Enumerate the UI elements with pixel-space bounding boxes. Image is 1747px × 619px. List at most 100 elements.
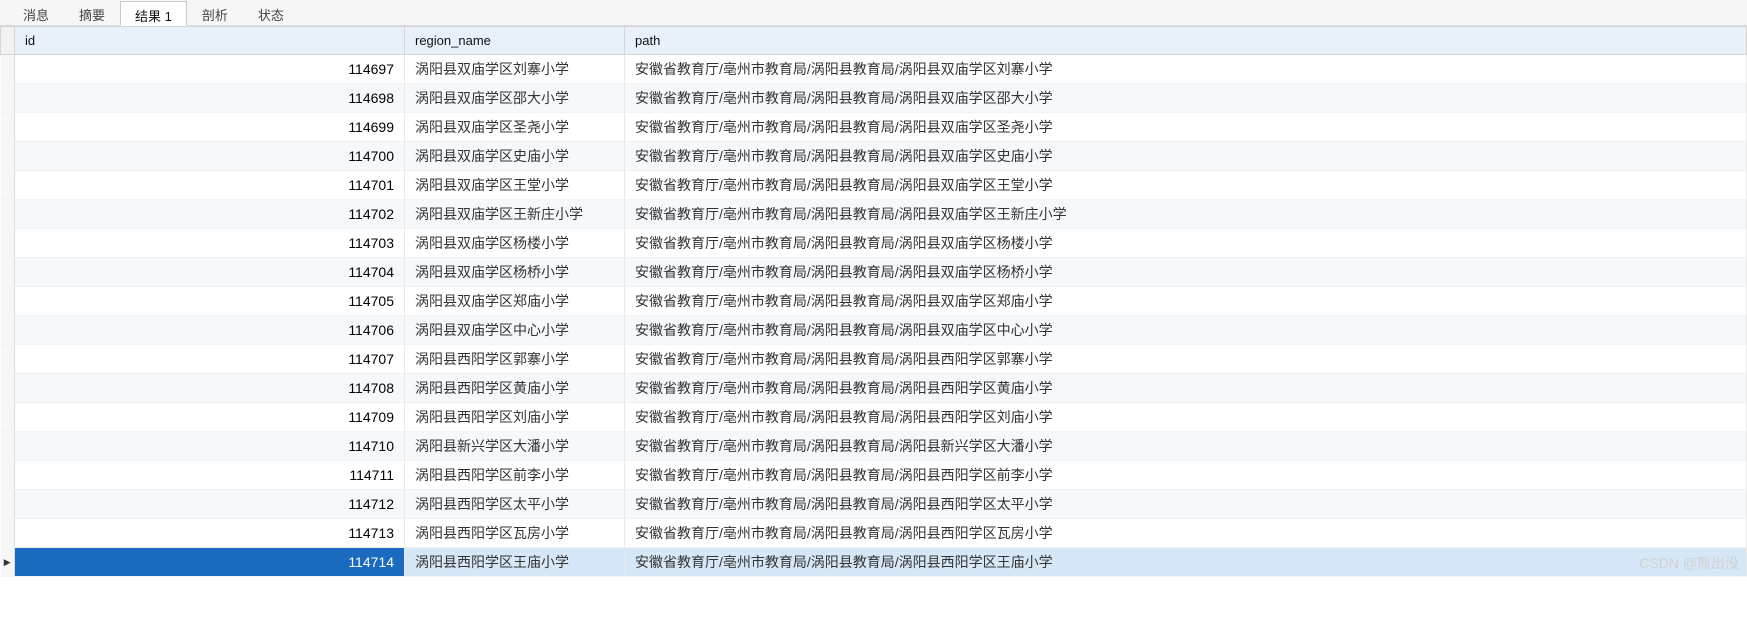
row-gutter[interactable] xyxy=(1,113,15,142)
row-gutter[interactable] xyxy=(1,258,15,287)
cell-region-name[interactable]: 涡阳县双庙学区史庙小学 xyxy=(405,142,625,171)
cell-region-name[interactable]: 涡阳县双庙学区郑庙小学 xyxy=(405,287,625,316)
table-row[interactable]: 114700涡阳县双庙学区史庙小学安徽省教育厅/亳州市教育局/涡阳县教育局/涡阳… xyxy=(1,142,1747,171)
cell-id[interactable]: 114711 xyxy=(15,461,405,490)
cell-region-name[interactable]: 涡阳县西阳学区瓦房小学 xyxy=(405,519,625,548)
row-gutter[interactable] xyxy=(1,403,15,432)
tab-profile[interactable]: 剖析 xyxy=(187,0,243,25)
table-row[interactable]: 114709涡阳县西阳学区刘庙小学安徽省教育厅/亳州市教育局/涡阳县教育局/涡阳… xyxy=(1,403,1747,432)
cell-id[interactable]: 114709 xyxy=(15,403,405,432)
cell-id[interactable]: 114698 xyxy=(15,84,405,113)
table-row[interactable]: 114699涡阳县双庙学区圣尧小学安徽省教育厅/亳州市教育局/涡阳县教育局/涡阳… xyxy=(1,113,1747,142)
cell-region-name[interactable]: 涡阳县双庙学区中心小学 xyxy=(405,316,625,345)
cell-region-name[interactable]: 涡阳县双庙学区刘寨小学 xyxy=(405,55,625,84)
cell-path[interactable]: 安徽省教育厅/亳州市教育局/涡阳县教育局/涡阳县双庙学区杨楼小学 xyxy=(625,229,1747,258)
row-gutter[interactable] xyxy=(1,461,15,490)
cell-region-name[interactable]: 涡阳县西阳学区郭寨小学 xyxy=(405,345,625,374)
tab-status[interactable]: 状态 xyxy=(243,0,299,25)
cell-id[interactable]: 114699 xyxy=(15,113,405,142)
cell-id[interactable]: 114713 xyxy=(15,519,405,548)
cell-path[interactable]: 安徽省教育厅/亳州市教育局/涡阳县教育局/涡阳县双庙学区中心小学 xyxy=(625,316,1747,345)
table-row[interactable]: 114704涡阳县双庙学区杨桥小学安徽省教育厅/亳州市教育局/涡阳县教育局/涡阳… xyxy=(1,258,1747,287)
cell-id[interactable]: 114706 xyxy=(15,316,405,345)
table-row[interactable]: 114705涡阳县双庙学区郑庙小学安徽省教育厅/亳州市教育局/涡阳县教育局/涡阳… xyxy=(1,287,1747,316)
cell-path[interactable]: 安徽省教育厅/亳州市教育局/涡阳县教育局/涡阳县西阳学区太平小学 xyxy=(625,490,1747,519)
row-gutter[interactable] xyxy=(1,490,15,519)
table-row[interactable]: 114703涡阳县双庙学区杨楼小学安徽省教育厅/亳州市教育局/涡阳县教育局/涡阳… xyxy=(1,229,1747,258)
cell-id[interactable]: 114703 xyxy=(15,229,405,258)
table-header-row: id region_name path xyxy=(1,27,1747,55)
table-row[interactable]: 114706涡阳县双庙学区中心小学安徽省教育厅/亳州市教育局/涡阳县教育局/涡阳… xyxy=(1,316,1747,345)
row-gutter[interactable] xyxy=(1,345,15,374)
cell-path[interactable]: 安徽省教育厅/亳州市教育局/涡阳县教育局/涡阳县新兴学区大潘小学 xyxy=(625,432,1747,461)
cell-region-name[interactable]: 涡阳县双庙学区王新庄小学 xyxy=(405,200,625,229)
cell-region-name[interactable]: 涡阳县新兴学区大潘小学 xyxy=(405,432,625,461)
table-row[interactable]: 114711涡阳县西阳学区前李小学安徽省教育厅/亳州市教育局/涡阳县教育局/涡阳… xyxy=(1,461,1747,490)
table-row[interactable]: 114702涡阳县双庙学区王新庄小学安徽省教育厅/亳州市教育局/涡阳县教育局/涡… xyxy=(1,200,1747,229)
row-gutter-header xyxy=(1,27,15,55)
table-row[interactable]: 114714涡阳县西阳学区王庙小学安徽省教育厅/亳州市教育局/涡阳县教育局/涡阳… xyxy=(1,548,1747,577)
cell-path[interactable]: 安徽省教育厅/亳州市教育局/涡阳县教育局/涡阳县西阳学区黄庙小学 xyxy=(625,374,1747,403)
row-gutter[interactable] xyxy=(1,229,15,258)
table-row[interactable]: 114712涡阳县西阳学区太平小学安徽省教育厅/亳州市教育局/涡阳县教育局/涡阳… xyxy=(1,490,1747,519)
cell-id[interactable]: 114710 xyxy=(15,432,405,461)
cell-region-name[interactable]: 涡阳县西阳学区刘庙小学 xyxy=(405,403,625,432)
column-header-path[interactable]: path xyxy=(625,27,1747,55)
row-gutter[interactable] xyxy=(1,142,15,171)
cell-path[interactable]: 安徽省教育厅/亳州市教育局/涡阳县教育局/涡阳县双庙学区王堂小学 xyxy=(625,171,1747,200)
cell-id[interactable]: 114704 xyxy=(15,258,405,287)
cell-path[interactable]: 安徽省教育厅/亳州市教育局/涡阳县教育局/涡阳县双庙学区邵大小学 xyxy=(625,84,1747,113)
cell-path[interactable]: 安徽省教育厅/亳州市教育局/涡阳县教育局/涡阳县西阳学区王庙小学 xyxy=(625,548,1747,577)
table-row[interactable]: 114710涡阳县新兴学区大潘小学安徽省教育厅/亳州市教育局/涡阳县教育局/涡阳… xyxy=(1,432,1747,461)
cell-path[interactable]: 安徽省教育厅/亳州市教育局/涡阳县教育局/涡阳县双庙学区刘寨小学 xyxy=(625,55,1747,84)
row-gutter[interactable] xyxy=(1,84,15,113)
cell-region-name[interactable]: 涡阳县双庙学区杨桥小学 xyxy=(405,258,625,287)
row-gutter[interactable] xyxy=(1,55,15,84)
cell-id[interactable]: 114707 xyxy=(15,345,405,374)
cell-region-name[interactable]: 涡阳县双庙学区杨楼小学 xyxy=(405,229,625,258)
cell-path[interactable]: 安徽省教育厅/亳州市教育局/涡阳县教育局/涡阳县双庙学区郑庙小学 xyxy=(625,287,1747,316)
table-row[interactable]: 114698涡阳县双庙学区邵大小学安徽省教育厅/亳州市教育局/涡阳县教育局/涡阳… xyxy=(1,84,1747,113)
table-row[interactable]: 114707涡阳县西阳学区郭寨小学安徽省教育厅/亳州市教育局/涡阳县教育局/涡阳… xyxy=(1,345,1747,374)
cell-path[interactable]: 安徽省教育厅/亳州市教育局/涡阳县教育局/涡阳县双庙学区杨桥小学 xyxy=(625,258,1747,287)
cell-id[interactable]: 114697 xyxy=(15,55,405,84)
row-gutter[interactable] xyxy=(1,432,15,461)
cell-region-name[interactable]: 涡阳县双庙学区圣尧小学 xyxy=(405,113,625,142)
cell-path[interactable]: 安徽省教育厅/亳州市教育局/涡阳县教育局/涡阳县西阳学区郭寨小学 xyxy=(625,345,1747,374)
cell-region-name[interactable]: 涡阳县西阳学区太平小学 xyxy=(405,490,625,519)
row-gutter[interactable] xyxy=(1,171,15,200)
cell-id[interactable]: 114702 xyxy=(15,200,405,229)
cell-path[interactable]: 安徽省教育厅/亳州市教育局/涡阳县教育局/涡阳县西阳学区刘庙小学 xyxy=(625,403,1747,432)
tab-results-1[interactable]: 结果 1 xyxy=(120,1,187,26)
cell-region-name[interactable]: 涡阳县西阳学区王庙小学 xyxy=(405,548,625,577)
table-row[interactable]: 114713涡阳县西阳学区瓦房小学安徽省教育厅/亳州市教育局/涡阳县教育局/涡阳… xyxy=(1,519,1747,548)
cell-region-name[interactable]: 涡阳县双庙学区邵大小学 xyxy=(405,84,625,113)
cell-path[interactable]: 安徽省教育厅/亳州市教育局/涡阳县教育局/涡阳县双庙学区圣尧小学 xyxy=(625,113,1747,142)
cell-path[interactable]: 安徽省教育厅/亳州市教育局/涡阳县教育局/涡阳县双庙学区王新庄小学 xyxy=(625,200,1747,229)
row-gutter[interactable] xyxy=(1,200,15,229)
table-row[interactable]: 114701涡阳县双庙学区王堂小学安徽省教育厅/亳州市教育局/涡阳县教育局/涡阳… xyxy=(1,171,1747,200)
cell-id[interactable]: 114708 xyxy=(15,374,405,403)
table-row[interactable]: 114697涡阳县双庙学区刘寨小学安徽省教育厅/亳州市教育局/涡阳县教育局/涡阳… xyxy=(1,55,1747,84)
cell-region-name[interactable]: 涡阳县双庙学区王堂小学 xyxy=(405,171,625,200)
cell-id[interactable]: 114705 xyxy=(15,287,405,316)
table-row[interactable]: 114708涡阳县西阳学区黄庙小学安徽省教育厅/亳州市教育局/涡阳县教育局/涡阳… xyxy=(1,374,1747,403)
cell-path[interactable]: 安徽省教育厅/亳州市教育局/涡阳县教育局/涡阳县西阳学区前李小学 xyxy=(625,461,1747,490)
cell-region-name[interactable]: 涡阳县西阳学区黄庙小学 xyxy=(405,374,625,403)
row-gutter[interactable] xyxy=(1,287,15,316)
cell-id[interactable]: 114701 xyxy=(15,171,405,200)
row-gutter[interactable] xyxy=(1,519,15,548)
cell-region-name[interactable]: 涡阳县西阳学区前李小学 xyxy=(405,461,625,490)
tab-messages[interactable]: 消息 xyxy=(8,0,64,25)
cell-path[interactable]: 安徽省教育厅/亳州市教育局/涡阳县教育局/涡阳县西阳学区瓦房小学 xyxy=(625,519,1747,548)
cell-id[interactable]: 114700 xyxy=(15,142,405,171)
row-gutter[interactable] xyxy=(1,374,15,403)
cell-id[interactable]: 114712 xyxy=(15,490,405,519)
row-gutter[interactable] xyxy=(1,316,15,345)
column-header-region-name[interactable]: region_name xyxy=(405,27,625,55)
cell-path[interactable]: 安徽省教育厅/亳州市教育局/涡阳县教育局/涡阳县双庙学区史庙小学 xyxy=(625,142,1747,171)
tab-summary[interactable]: 摘要 xyxy=(64,0,120,25)
row-gutter[interactable] xyxy=(1,548,15,577)
cell-id[interactable]: 114714 xyxy=(15,548,405,577)
column-header-id[interactable]: id xyxy=(15,27,405,55)
